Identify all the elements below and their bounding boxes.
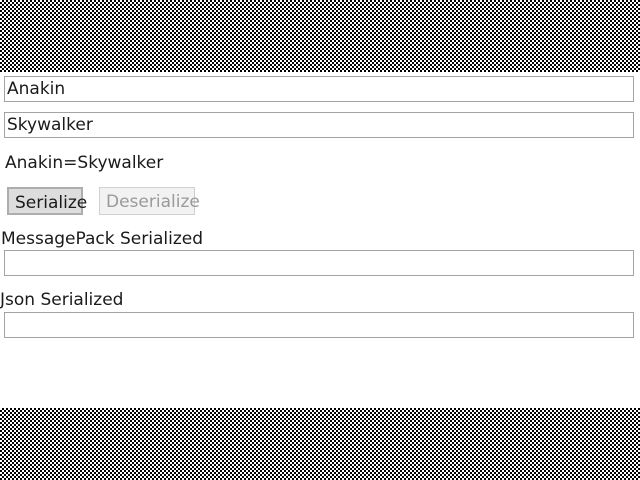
deserialize-button[interactable]: Deserialize — [99, 187, 200, 215]
combined-output-label: Anakin=Skywalker — [5, 153, 164, 173]
json-serialized-textbox[interactable] — [4, 312, 634, 338]
transparent-background-bottom — [0, 408, 640, 480]
messagepack-serialized-label: MessagePack Serialized — [1, 229, 204, 249]
transparent-background-top — [0, 0, 640, 72]
last-name-textbox[interactable]: Skywalker — [4, 112, 634, 138]
json-serialized-label: Json Serialized — [0, 290, 124, 310]
first-name-textbox[interactable]: Anakin — [4, 76, 634, 102]
serialize-button[interactable]: Serialize — [7, 187, 87, 215]
messagepack-serialized-textbox[interactable] — [4, 250, 634, 276]
app-window: Anakin Skywalker Anakin=Skywalker Serial… — [0, 72, 640, 408]
